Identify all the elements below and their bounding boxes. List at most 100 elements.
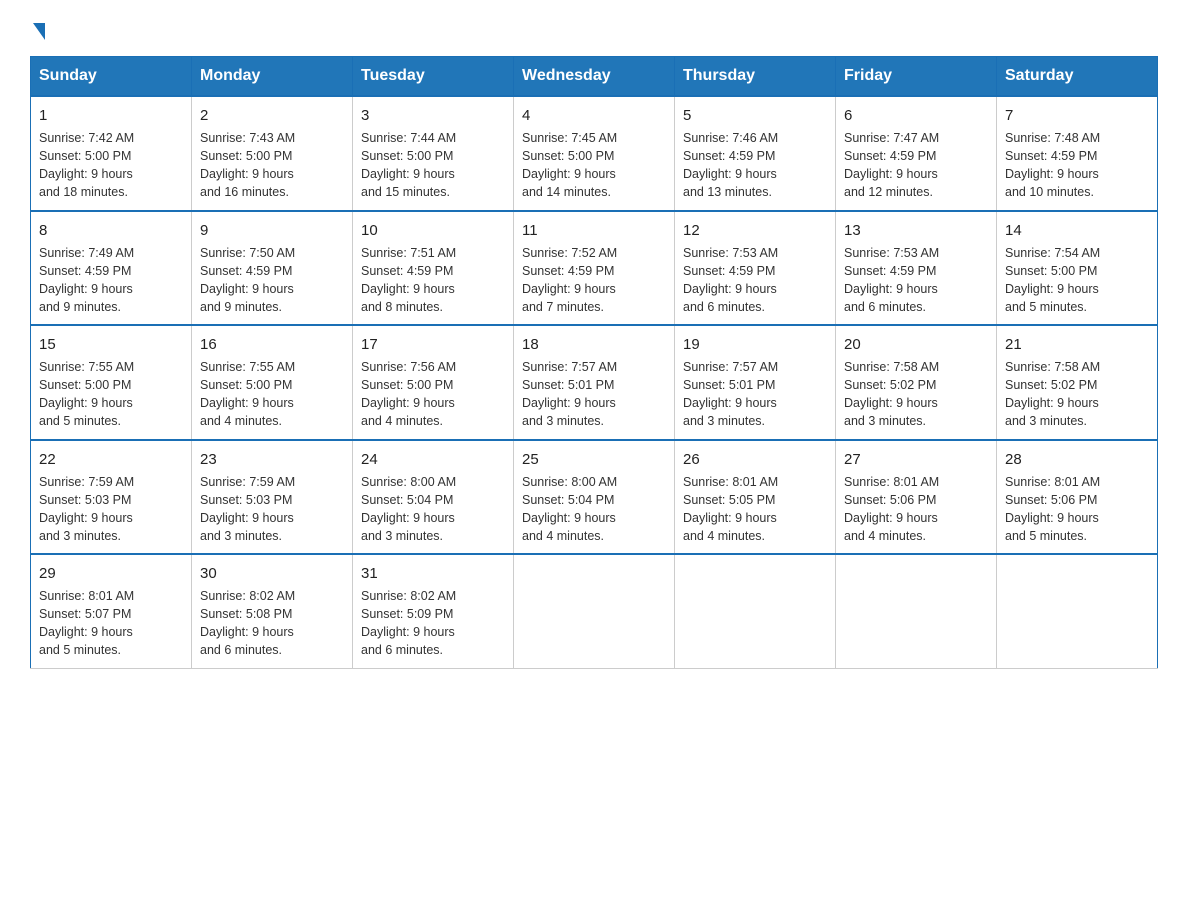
day-info: Sunrise: 8:01 AM Sunset: 5:05 PM Dayligh… xyxy=(683,473,827,546)
day-info: Sunrise: 7:47 AM Sunset: 4:59 PM Dayligh… xyxy=(844,129,988,202)
calendar-day-cell: 27 Sunrise: 8:01 AM Sunset: 5:06 PM Dayli… xyxy=(836,440,997,555)
day-number: 31 xyxy=(361,563,505,584)
day-number: 2 xyxy=(200,105,344,126)
day-number: 17 xyxy=(361,334,505,355)
calendar-day-cell: 25Sunrise: 8:00 AM Sunset: 5:04 PM Dayli… xyxy=(514,440,675,555)
day-info: Sunrise: 8:02 AM Sunset: 5:09 PM Dayligh… xyxy=(361,587,505,660)
header-thursday: Thursday xyxy=(675,57,836,97)
calendar-day-cell: 28 Sunrise: 8:01 AM Sunset: 5:06 PM Dayli… xyxy=(997,440,1158,555)
day-info: Sunrise: 7:55 AM Sunset: 5:00 PM Dayligh… xyxy=(200,358,344,431)
day-number: 23 xyxy=(200,449,344,470)
calendar-day-cell xyxy=(675,554,836,668)
header-saturday: Saturday xyxy=(997,57,1158,97)
calendar-week-row: 15 Sunrise: 7:55 AM Sunset: 5:00 PM Dayli… xyxy=(31,325,1158,440)
calendar-day-cell: 3Sunrise: 7:44 AM Sunset: 5:00 PM Daylig… xyxy=(353,96,514,211)
day-number: 10 xyxy=(361,220,505,241)
calendar-day-cell: 16 Sunrise: 7:55 AM Sunset: 5:00 PM Dayli… xyxy=(192,325,353,440)
calendar-day-cell: 29Sunrise: 8:01 AM Sunset: 5:07 PM Dayli… xyxy=(31,554,192,668)
calendar-day-cell: 15 Sunrise: 7:55 AM Sunset: 5:00 PM Dayli… xyxy=(31,325,192,440)
calendar-week-row: 1 Sunrise: 7:42 AM Sunset: 5:00 PM Daylig… xyxy=(31,96,1158,211)
calendar-day-cell: 19 Sunrise: 7:57 AM Sunset: 5:01 PM Dayli… xyxy=(675,325,836,440)
calendar-day-cell: 6 Sunrise: 7:47 AM Sunset: 4:59 PM Daylig… xyxy=(836,96,997,211)
day-info: Sunrise: 8:01 AM Sunset: 5:07 PM Dayligh… xyxy=(39,587,183,660)
header-wednesday: Wednesday xyxy=(514,57,675,97)
day-number: 1 xyxy=(39,105,183,126)
day-info: Sunrise: 7:53 AM Sunset: 4:59 PM Dayligh… xyxy=(844,244,988,317)
calendar-day-cell: 30 Sunrise: 8:02 AM Sunset: 5:08 PM Dayli… xyxy=(192,554,353,668)
calendar-day-cell: 2 Sunrise: 7:43 AM Sunset: 5:00 PM Daylig… xyxy=(192,96,353,211)
day-number: 9 xyxy=(200,220,344,241)
calendar-day-cell xyxy=(997,554,1158,668)
day-number: 6 xyxy=(844,105,988,126)
day-info: Sunrise: 7:59 AM Sunset: 5:03 PM Dayligh… xyxy=(200,473,344,546)
header-row: Sunday Monday Tuesday Wednesday Thursday… xyxy=(31,57,1158,97)
day-info: Sunrise: 7:50 AM Sunset: 4:59 PM Dayligh… xyxy=(200,244,344,317)
day-number: 21 xyxy=(1005,334,1149,355)
day-info: Sunrise: 7:46 AM Sunset: 4:59 PM Dayligh… xyxy=(683,129,827,202)
day-number: 20 xyxy=(844,334,988,355)
calendar-day-cell: 14 Sunrise: 7:54 AM Sunset: 5:00 PM Dayli… xyxy=(997,211,1158,326)
calendar-week-row: 29Sunrise: 8:01 AM Sunset: 5:07 PM Dayli… xyxy=(31,554,1158,668)
day-info: Sunrise: 8:02 AM Sunset: 5:08 PM Dayligh… xyxy=(200,587,344,660)
calendar-week-row: 22 Sunrise: 7:59 AM Sunset: 5:03 PM Dayli… xyxy=(31,440,1158,555)
day-info: Sunrise: 7:59 AM Sunset: 5:03 PM Dayligh… xyxy=(39,473,183,546)
day-number: 4 xyxy=(522,105,666,126)
logo xyxy=(30,20,45,38)
day-number: 19 xyxy=(683,334,827,355)
header-friday: Friday xyxy=(836,57,997,97)
day-number: 5 xyxy=(683,105,827,126)
day-info: Sunrise: 7:57 AM Sunset: 5:01 PM Dayligh… xyxy=(522,358,666,431)
day-info: Sunrise: 7:58 AM Sunset: 5:02 PM Dayligh… xyxy=(1005,358,1149,431)
day-info: Sunrise: 7:51 AM Sunset: 4:59 PM Dayligh… xyxy=(361,244,505,317)
day-number: 22 xyxy=(39,449,183,470)
day-info: Sunrise: 7:52 AM Sunset: 4:59 PM Dayligh… xyxy=(522,244,666,317)
day-info: Sunrise: 7:42 AM Sunset: 5:00 PM Dayligh… xyxy=(39,129,183,202)
calendar-day-cell: 10 Sunrise: 7:51 AM Sunset: 4:59 PM Dayli… xyxy=(353,211,514,326)
day-number: 16 xyxy=(200,334,344,355)
day-info: Sunrise: 7:54 AM Sunset: 5:00 PM Dayligh… xyxy=(1005,244,1149,317)
day-number: 26 xyxy=(683,449,827,470)
calendar-day-cell: 13 Sunrise: 7:53 AM Sunset: 4:59 PM Dayli… xyxy=(836,211,997,326)
calendar-day-cell xyxy=(514,554,675,668)
calendar-table: Sunday Monday Tuesday Wednesday Thursday… xyxy=(30,56,1158,669)
calendar-day-cell: 11Sunrise: 7:52 AM Sunset: 4:59 PM Dayli… xyxy=(514,211,675,326)
day-info: Sunrise: 7:57 AM Sunset: 5:01 PM Dayligh… xyxy=(683,358,827,431)
day-number: 15 xyxy=(39,334,183,355)
day-info: Sunrise: 8:00 AM Sunset: 5:04 PM Dayligh… xyxy=(361,473,505,546)
calendar-day-cell: 9 Sunrise: 7:50 AM Sunset: 4:59 PM Daylig… xyxy=(192,211,353,326)
day-info: Sunrise: 7:48 AM Sunset: 4:59 PM Dayligh… xyxy=(1005,129,1149,202)
day-number: 24 xyxy=(361,449,505,470)
day-info: Sunrise: 7:43 AM Sunset: 5:00 PM Dayligh… xyxy=(200,129,344,202)
day-number: 12 xyxy=(683,220,827,241)
calendar-day-cell: 21 Sunrise: 7:58 AM Sunset: 5:02 PM Dayli… xyxy=(997,325,1158,440)
day-number: 3 xyxy=(361,105,505,126)
calendar-day-cell: 23 Sunrise: 7:59 AM Sunset: 5:03 PM Dayli… xyxy=(192,440,353,555)
day-number: 13 xyxy=(844,220,988,241)
day-info: Sunrise: 7:58 AM Sunset: 5:02 PM Dayligh… xyxy=(844,358,988,431)
calendar-day-cell: 24 Sunrise: 8:00 AM Sunset: 5:04 PM Dayli… xyxy=(353,440,514,555)
page-header xyxy=(30,20,1158,38)
calendar-day-cell: 8Sunrise: 7:49 AM Sunset: 4:59 PM Daylig… xyxy=(31,211,192,326)
day-info: Sunrise: 8:01 AM Sunset: 5:06 PM Dayligh… xyxy=(1005,473,1149,546)
header-sunday: Sunday xyxy=(31,57,192,97)
calendar-day-cell: 4 Sunrise: 7:45 AM Sunset: 5:00 PM Daylig… xyxy=(514,96,675,211)
day-info: Sunrise: 7:53 AM Sunset: 4:59 PM Dayligh… xyxy=(683,244,827,317)
day-number: 8 xyxy=(39,220,183,241)
calendar-day-cell: 22 Sunrise: 7:59 AM Sunset: 5:03 PM Dayli… xyxy=(31,440,192,555)
day-number: 7 xyxy=(1005,105,1149,126)
day-info: Sunrise: 7:45 AM Sunset: 5:00 PM Dayligh… xyxy=(522,129,666,202)
day-number: 27 xyxy=(844,449,988,470)
day-info: Sunrise: 7:55 AM Sunset: 5:00 PM Dayligh… xyxy=(39,358,183,431)
calendar-day-cell xyxy=(836,554,997,668)
calendar-day-cell: 17Sunrise: 7:56 AM Sunset: 5:00 PM Dayli… xyxy=(353,325,514,440)
calendar-day-cell: 1 Sunrise: 7:42 AM Sunset: 5:00 PM Daylig… xyxy=(31,96,192,211)
calendar-day-cell: 26 Sunrise: 8:01 AM Sunset: 5:05 PM Dayli… xyxy=(675,440,836,555)
calendar-day-cell: 5 Sunrise: 7:46 AM Sunset: 4:59 PM Daylig… xyxy=(675,96,836,211)
day-number: 28 xyxy=(1005,449,1149,470)
day-number: 14 xyxy=(1005,220,1149,241)
day-number: 25 xyxy=(522,449,666,470)
day-info: Sunrise: 8:01 AM Sunset: 5:06 PM Dayligh… xyxy=(844,473,988,546)
calendar-day-cell: 18Sunrise: 7:57 AM Sunset: 5:01 PM Dayli… xyxy=(514,325,675,440)
day-number: 30 xyxy=(200,563,344,584)
calendar-week-row: 8Sunrise: 7:49 AM Sunset: 4:59 PM Daylig… xyxy=(31,211,1158,326)
